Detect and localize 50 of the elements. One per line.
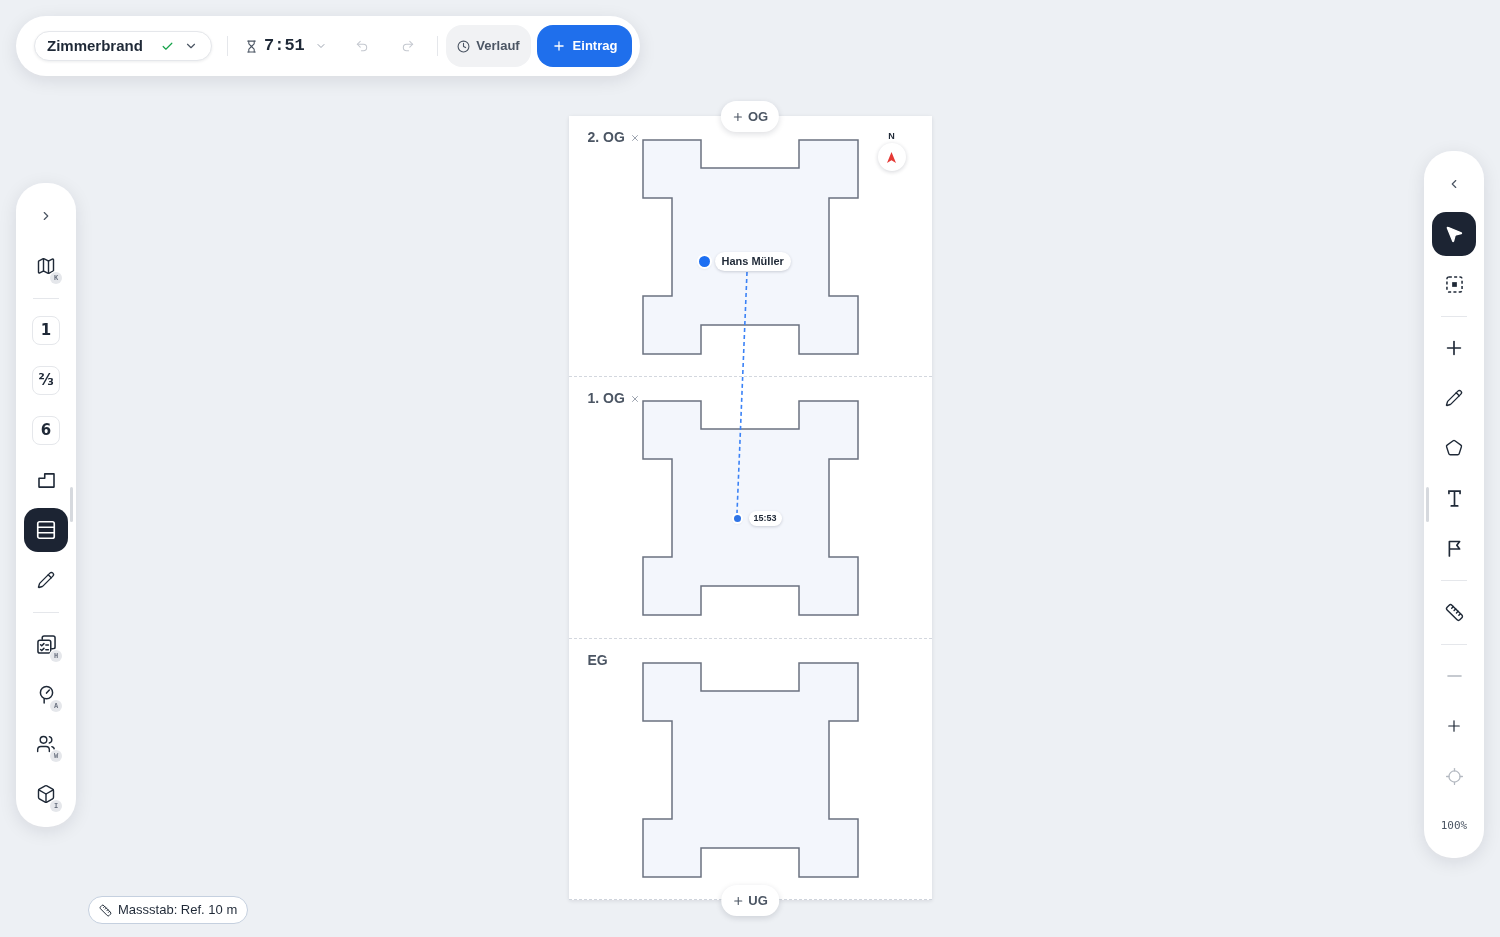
close-icon[interactable]	[629, 393, 640, 404]
plus-icon	[1445, 717, 1463, 735]
redo-icon	[401, 39, 415, 53]
floor-mode-button[interactable]: 6	[32, 415, 60, 445]
add-floor-button[interactable]: UG	[721, 885, 779, 916]
floor-label: 2. OG	[587, 129, 625, 146]
timer-selector[interactable]: 7:51	[245, 30, 327, 62]
floor-mode-button[interactable]: 1	[32, 315, 60, 345]
person-label[interactable]: Hans Müller	[714, 252, 791, 271]
pentagon-icon	[1445, 439, 1463, 457]
zoom-level-label: 100%	[1440, 817, 1468, 834]
compass-icon[interactable]	[877, 143, 906, 171]
scale-button[interactable]: Massstab: Ref. 10 m	[88, 896, 249, 924]
gauge-icon	[38, 684, 54, 704]
minus-icon	[1446, 675, 1462, 677]
map-icon	[36, 256, 56, 276]
room-outline-icon	[37, 472, 55, 488]
hourglass-icon	[245, 39, 258, 53]
plus-icon	[732, 894, 745, 907]
selection-icon	[1445, 275, 1463, 293]
plus-icon	[731, 110, 744, 123]
add-floor-button[interactable]: OG	[720, 101, 780, 132]
incident-selector[interactable]: Zimmerbrand	[34, 31, 212, 61]
undo-icon	[355, 39, 369, 53]
compass-north-label: N	[888, 132, 895, 141]
checklist-icon	[36, 634, 56, 654]
floor-label: EG	[587, 651, 608, 669]
users-icon	[36, 734, 56, 754]
rows-icon	[35, 519, 57, 541]
clock-icon	[457, 39, 471, 53]
pencil-icon	[1445, 389, 1463, 407]
ruler-icon	[99, 903, 112, 917]
scrollbar-thumb[interactable]	[70, 487, 73, 522]
close-icon[interactable]	[629, 132, 640, 143]
rows-view-button[interactable]	[24, 508, 68, 552]
plus-icon	[551, 39, 566, 53]
pointer-icon	[1444, 224, 1464, 244]
scrollbar-thumb[interactable]	[1426, 487, 1429, 522]
pointer-tool-button[interactable]	[1432, 212, 1476, 256]
ruler-icon	[1444, 602, 1464, 622]
track-point-icon[interactable]	[733, 515, 741, 522]
floor-label: 1. OG	[587, 390, 625, 408]
floor-mode-button[interactable]: ⅔	[32, 365, 60, 395]
cube-icon	[36, 784, 56, 804]
history-button[interactable]: Verlauf	[446, 25, 531, 67]
flag-icon	[1447, 539, 1461, 557]
pencil-icon	[37, 571, 55, 589]
crosshair-icon	[1444, 766, 1464, 786]
add-entry-button[interactable]: Eintrag	[537, 25, 632, 67]
text-icon	[1447, 489, 1461, 507]
